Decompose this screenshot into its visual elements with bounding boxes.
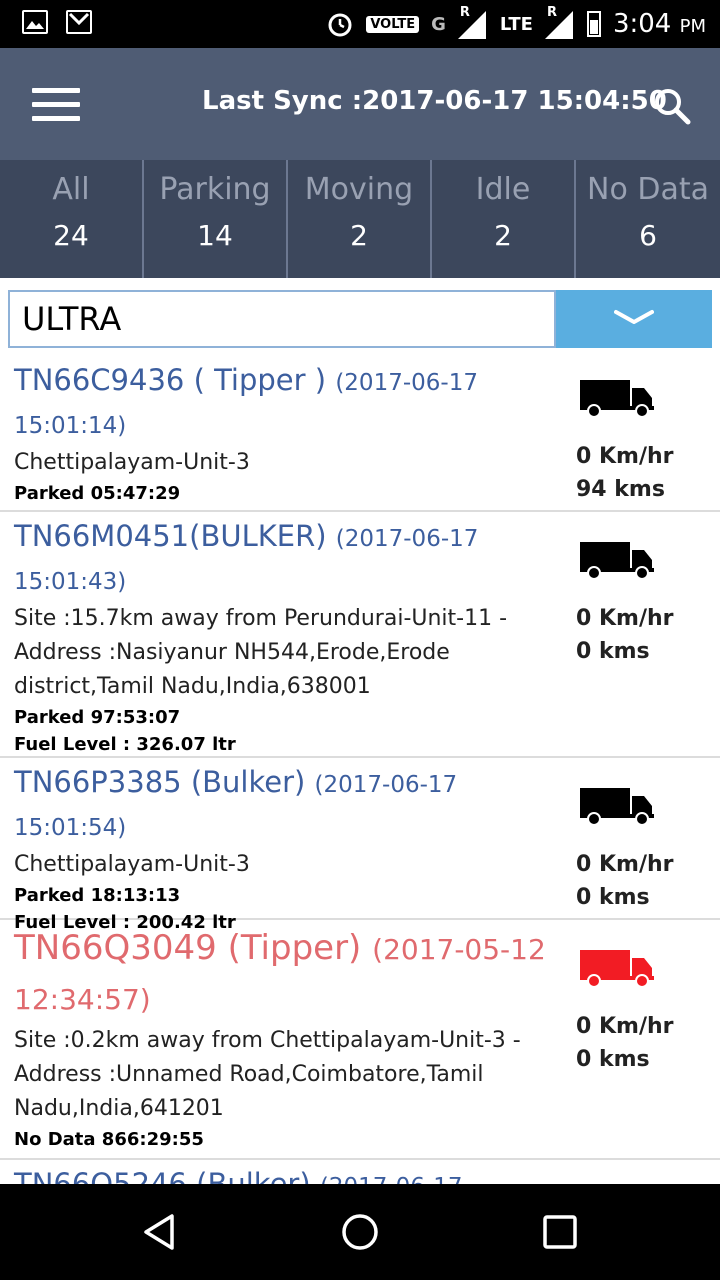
tab-all[interactable]: All 24 (0, 160, 144, 278)
gmail-notification-icon (66, 10, 92, 34)
vehicle-list-item[interactable]: TN66P3385 (Bulker) (2017-06-17 15:01:54)… (0, 758, 720, 933)
truck-icon (580, 380, 654, 418)
vehicle-distance: 0 kms (576, 639, 650, 664)
network-g-label: G (431, 13, 446, 35)
truck-icon (580, 788, 654, 826)
group-filter: ULTRA (8, 290, 712, 348)
vehicle-location: Chettipalayam-Unit-3 (14, 450, 250, 475)
last-sync-text: Last Sync :2017-06-17 15:04:50 (202, 86, 667, 116)
tab-idle[interactable]: Idle 2 (432, 160, 576, 278)
vehicle-speed: 0 Km/hr (576, 1014, 674, 1039)
vehicle-status: Parked 05:47:29 (14, 483, 181, 504)
chevron-down-icon (614, 310, 654, 324)
vehicle-name: TN66P3385 (Bulker) (14, 765, 306, 799)
volte-badge: VOLTE (366, 15, 420, 33)
app-bar: Last Sync :2017-06-17 15:04:50 (0, 48, 720, 160)
vehicle-list-item[interactable]: TN66Q3049 (Tipper) (2017-05-12 12:34:57)… (0, 920, 720, 1160)
clock: 3:04 PM (612, 9, 706, 39)
tab-no-data[interactable]: No Data 6 (576, 160, 720, 278)
tab-moving[interactable]: Moving 2 (288, 160, 432, 278)
vehicle-status: No Data 866:29:55 (14, 1129, 204, 1150)
back-icon[interactable] (140, 1212, 180, 1252)
recents-icon[interactable] (542, 1214, 578, 1250)
vehicle-name: TN66Q3049 (Tipper) (14, 928, 362, 968)
vehicle-fuel-level: Fuel Level : 326.07 ltr (14, 734, 236, 755)
vehicle-status: Parked 18:13:13 (14, 885, 181, 906)
vehicle-list-item[interactable]: TN66C9436 ( Tipper ) (2017-06-17 15:01:1… (0, 356, 720, 512)
status-tabs: All 24 Parking 14 Moving 2 Idle 2 No Data 6 (0, 160, 720, 278)
vehicle-location: Site :0.2km away from Chettipalayam-Unit… (14, 1028, 521, 1121)
vehicle-distance: 0 kms (576, 1047, 650, 1072)
vehicle-list-item[interactable]: TN66Q5246 (Bulker) (2017-06-17 15:02:28) (0, 1160, 720, 1184)
vehicle-distance: 94 kms (576, 477, 665, 502)
vehicle-location: Chettipalayam-Unit-3 (14, 852, 250, 877)
menu-icon[interactable] (32, 88, 80, 122)
vehicle-list: TN66C9436 ( Tipper ) (2017-06-17 15:01:1… (0, 356, 720, 1184)
tab-parking[interactable]: Parking 14 (144, 160, 288, 278)
vehicle-name: TN66C9436 ( Tipper ) (14, 363, 327, 397)
signal-icon: R (457, 5, 488, 39)
group-dropdown-button[interactable] (556, 290, 712, 348)
search-icon[interactable] (652, 86, 692, 126)
truck-icon (580, 542, 654, 580)
vehicle-status: Parked 97:53:07 (14, 707, 181, 728)
vehicle-speed: 0 Km/hr (576, 606, 674, 631)
battery-icon (586, 11, 601, 37)
vehicle-speed: 0 Km/hr (576, 852, 674, 877)
vehicle-name: TN66M0451(BULKER) (14, 519, 327, 553)
vehicle-speed: 0 Km/hr (576, 444, 674, 469)
vehicle-distance: 0 kms (576, 885, 650, 910)
gallery-notification-icon (22, 10, 48, 34)
system-navigation-bar (0, 1184, 720, 1280)
truck-icon (580, 950, 654, 988)
vehicle-name: TN66Q5246 (Bulker) (14, 1167, 311, 1184)
vehicle-list-item[interactable]: TN66M0451(BULKER) (2017-06-17 15:01:43) … (0, 512, 720, 758)
vehicle-location: Site :15.7km away from Perundurai-Unit-1… (14, 606, 508, 699)
home-icon[interactable] (340, 1212, 380, 1252)
group-filter-input[interactable]: ULTRA (8, 290, 556, 348)
alarm-icon (328, 13, 352, 37)
lte-label: LTE (499, 13, 533, 35)
signal-2-icon: R (544, 5, 575, 39)
status-bar: VOLTE G R LTE R 3:04 PM (0, 0, 720, 48)
